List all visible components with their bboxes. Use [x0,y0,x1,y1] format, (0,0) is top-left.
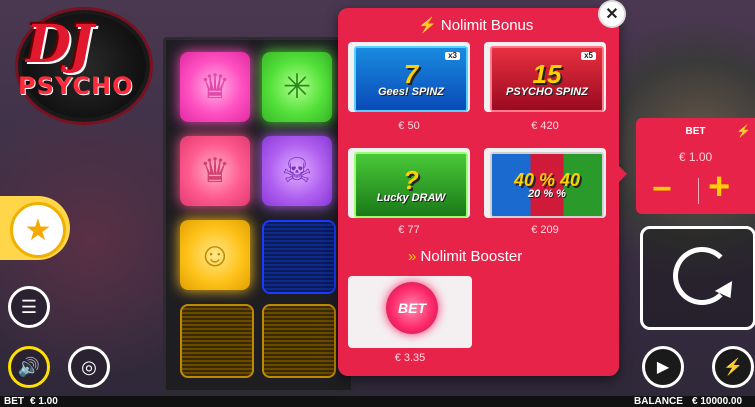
bet-amount: € 1.00 [30,396,58,407]
sound-button[interactable]: 🔊 [8,346,50,388]
reel-grid: ♛ ✳ ♛ ☠ ☺ [163,37,354,393]
balance-amount: € 10000.00 [692,396,743,407]
bet-divider [698,178,699,204]
bet-decrease-button[interactable]: − [652,172,672,206]
lightning-icon: ⚡ [736,124,751,138]
reel-tile [180,304,254,378]
play-icon: ▶ [656,359,670,376]
bonus-art: ? Lucky DRAW [354,152,468,218]
hamburger-icon: ☰ [20,296,38,317]
coin-stack-icon: ◎ [81,356,97,377]
popup-pointer [619,166,627,182]
close-icon: ✕ [605,6,619,23]
booster-price: € 3.35 [394,352,426,364]
crown-icon: ♛ [199,68,231,106]
bonus-art: 40 % 40 20 % % [490,152,604,218]
speaker-icon: 🔊 [17,356,41,377]
favorites-button[interactable]: ★ [0,196,70,260]
logo-title: DJ [26,14,94,75]
lightning-icon: ⚡ [723,359,743,376]
bet-panel: BET ⚡ € 1.00 − + [636,118,755,214]
bonus-art: x3 7 Gees! SPINZ [354,46,468,112]
smiley-icon: ☺ [197,235,233,274]
bonus-art: x5 15 PSYCHO SPINZ [490,46,604,112]
coins-button[interactable]: ◎ [68,346,110,388]
menu-button[interactable]: ☰ [8,286,50,328]
reel-tile: ☺ [180,220,250,290]
status-bar: BET € 1.00 BALANCE € 10000.00 [0,396,755,407]
turbo-button[interactable]: ⚡ [712,346,754,388]
star-icon: ★ [10,202,66,258]
reel-tile [262,304,336,378]
bonus-card-gees-spinz[interactable]: x3 7 Gees! SPINZ [348,42,470,112]
bonus-section-title: ⚡ Nolimit Bonus [418,17,534,34]
logo-subtitle: PSYCHO [18,72,134,100]
bet-value: € 1.00 [678,150,713,164]
bonus-price: € 77 [398,224,420,236]
skull-icon: ☠ [281,152,313,190]
balance-label: BALANCE [634,396,683,407]
bonus-price: € 209 [531,224,559,236]
lightning-icon: ⚡ [418,17,437,34]
bonus-price: € 50 [398,120,420,132]
bonus-card-psycho-spinz[interactable]: x5 15 PSYCHO SPINZ [484,42,606,112]
reel-tile: ♛ [180,52,250,122]
bet-label: BET [4,396,24,407]
close-button[interactable]: ✕ [600,2,624,26]
crown-icon: ♛ [199,152,231,190]
bonus-card-percent[interactable]: 40 % 40 20 % % [484,148,606,218]
leaf-icon: ✳ [282,68,312,106]
booster-section-title: » Nolimit Booster [408,248,523,265]
double-chevron-icon: » [408,248,417,265]
reel-tile: ✳ [262,52,332,122]
bet-increase-button[interactable]: + [708,168,730,206]
bonus-price: € 420 [531,120,559,132]
autoplay-button[interactable]: ▶ [642,346,684,388]
bet-coin-icon: BET [386,282,438,334]
reel-tile: ☠ [262,136,332,206]
bonus-card-lucky-draw[interactable]: ? Lucky DRAW [348,148,470,218]
spin-button[interactable] [640,226,755,330]
reel-tile [262,220,336,294]
booster-card-bet[interactable]: BET [348,276,472,348]
game-logo: DJ PSYCHO [14,6,154,122]
reel-tile: ♛ [180,136,250,206]
